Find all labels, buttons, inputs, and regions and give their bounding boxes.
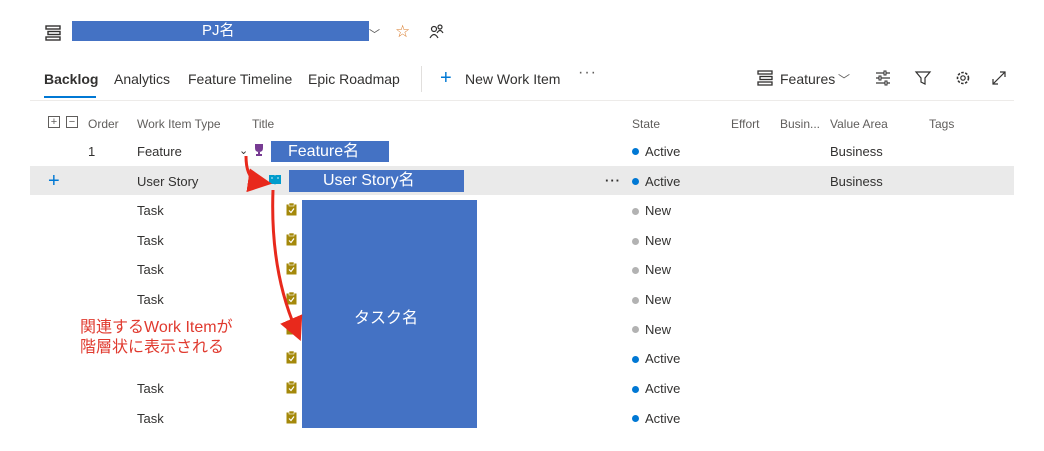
row-value-area: Business bbox=[830, 144, 883, 159]
clipboard-icon bbox=[286, 381, 297, 394]
row-state: Active bbox=[645, 381, 681, 396]
annotation-line-2: 階層状に表示される bbox=[80, 339, 225, 356]
project-name-label: PJ名 bbox=[202, 22, 235, 39]
user-story-title-text: User Story名 bbox=[323, 172, 415, 189]
clipboard-icon bbox=[286, 322, 297, 335]
column-header-title[interactable]: Title bbox=[252, 117, 274, 131]
chevron-down-icon[interactable]: ﹀ bbox=[369, 26, 380, 42]
row-state: New bbox=[645, 203, 672, 218]
table-row[interactable] bbox=[30, 255, 1014, 284]
sliders-icon[interactable] bbox=[874, 69, 892, 87]
column-header-effort[interactable]: Effort bbox=[731, 117, 759, 131]
state-dot bbox=[632, 386, 639, 393]
row-type: User Story bbox=[137, 174, 199, 189]
row-state: Active bbox=[645, 411, 681, 426]
toolbar-divider bbox=[421, 66, 422, 92]
row-type: Task bbox=[137, 381, 164, 396]
clipboard-icon bbox=[286, 233, 297, 246]
user-story-title[interactable]: User Story名 bbox=[289, 170, 464, 192]
expand-icon[interactable] bbox=[990, 69, 1008, 87]
expand-all-button[interactable]: + bbox=[48, 116, 60, 128]
row-state: Active bbox=[645, 351, 681, 366]
more-options-button[interactable]: ··· bbox=[578, 64, 597, 82]
project-name[interactable]: PJ名 bbox=[72, 21, 369, 41]
row-state: New bbox=[645, 233, 672, 248]
table-row[interactable] bbox=[30, 285, 1014, 314]
toolbar-divider-line bbox=[30, 100, 1014, 101]
task-titles-block[interactable]: タスク名 bbox=[302, 200, 477, 428]
state-dot bbox=[632, 356, 639, 363]
row-state: Active bbox=[645, 144, 681, 159]
state-dot bbox=[632, 148, 639, 155]
table-row[interactable] bbox=[30, 226, 1014, 255]
tab-epic-roadmap[interactable]: Epic Roadmap bbox=[308, 71, 400, 87]
state-dot bbox=[632, 326, 639, 333]
new-work-item-button[interactable]: New Work Item bbox=[465, 71, 560, 87]
state-dot bbox=[632, 178, 639, 185]
trophy-icon bbox=[255, 144, 263, 156]
column-header-business-value[interactable]: Busin... bbox=[780, 117, 820, 131]
table-row[interactable] bbox=[30, 196, 1014, 225]
star-icon[interactable]: ☆ bbox=[395, 22, 410, 42]
state-dot bbox=[632, 415, 639, 422]
gear-icon[interactable] bbox=[954, 69, 972, 87]
column-header-work-item-type[interactable]: Work Item Type bbox=[137, 117, 221, 131]
column-header-value-area[interactable]: Value Area bbox=[830, 117, 888, 131]
table-row[interactable] bbox=[30, 374, 1014, 403]
row-type: Task bbox=[137, 262, 164, 277]
column-header-tags[interactable]: Tags bbox=[929, 117, 954, 131]
task-title-text: タスク名 bbox=[354, 310, 419, 327]
state-dot bbox=[632, 238, 639, 245]
table-row[interactable] bbox=[30, 403, 1014, 432]
team-icon[interactable] bbox=[428, 23, 446, 41]
state-dot bbox=[632, 267, 639, 274]
book-icon bbox=[269, 175, 281, 185]
backlog-icon[interactable] bbox=[44, 24, 62, 42]
tab-analytics[interactable]: Analytics bbox=[114, 71, 170, 87]
annotation-line-1: 関連するWork Itemが bbox=[80, 319, 233, 336]
clipboard-icon bbox=[286, 262, 297, 275]
column-header-state[interactable]: State bbox=[632, 117, 660, 131]
row-type: Task bbox=[137, 233, 164, 248]
row-type: Task bbox=[137, 203, 164, 218]
row-state: Active bbox=[645, 174, 681, 189]
funnel-icon[interactable] bbox=[914, 69, 932, 87]
row-order: 1 bbox=[88, 144, 96, 159]
chevron-down-icon[interactable]: ⌄ bbox=[239, 144, 248, 157]
feature-title[interactable]: Feature名 bbox=[271, 141, 389, 162]
clipboard-icon bbox=[286, 411, 297, 424]
level-selector[interactable]: Features bbox=[780, 71, 835, 87]
tab-backlog[interactable]: Backlog bbox=[44, 71, 98, 87]
tab-feature-timeline[interactable]: Feature Timeline bbox=[188, 71, 292, 87]
row-type: Task bbox=[137, 411, 164, 426]
column-header-order[interactable]: Order bbox=[88, 117, 119, 131]
annotation-text: 関連するWork Itemが 階層状に表示される bbox=[80, 318, 233, 358]
clipboard-icon bbox=[286, 203, 297, 216]
chevron-down-icon[interactable]: ﹀ bbox=[838, 71, 850, 88]
row-type: Task bbox=[137, 292, 164, 307]
state-dot bbox=[632, 297, 639, 304]
clipboard-icon bbox=[286, 292, 297, 305]
row-state: New bbox=[645, 322, 672, 337]
plus-icon[interactable]: + bbox=[440, 68, 452, 88]
row-more-button[interactable]: ··· bbox=[605, 173, 621, 188]
row-value-area: Business bbox=[830, 174, 883, 189]
collapse-all-button[interactable]: − bbox=[66, 116, 78, 128]
row-state: New bbox=[645, 292, 672, 307]
tab-active-indicator bbox=[44, 96, 96, 98]
backlog-level-icon[interactable] bbox=[756, 69, 774, 87]
row-state: New bbox=[645, 262, 672, 277]
feature-title-text: Feature名 bbox=[288, 143, 360, 160]
row-type: Feature bbox=[137, 144, 182, 159]
clipboard-icon bbox=[286, 351, 297, 364]
plus-icon[interactable]: + bbox=[48, 171, 60, 191]
state-dot bbox=[632, 208, 639, 215]
